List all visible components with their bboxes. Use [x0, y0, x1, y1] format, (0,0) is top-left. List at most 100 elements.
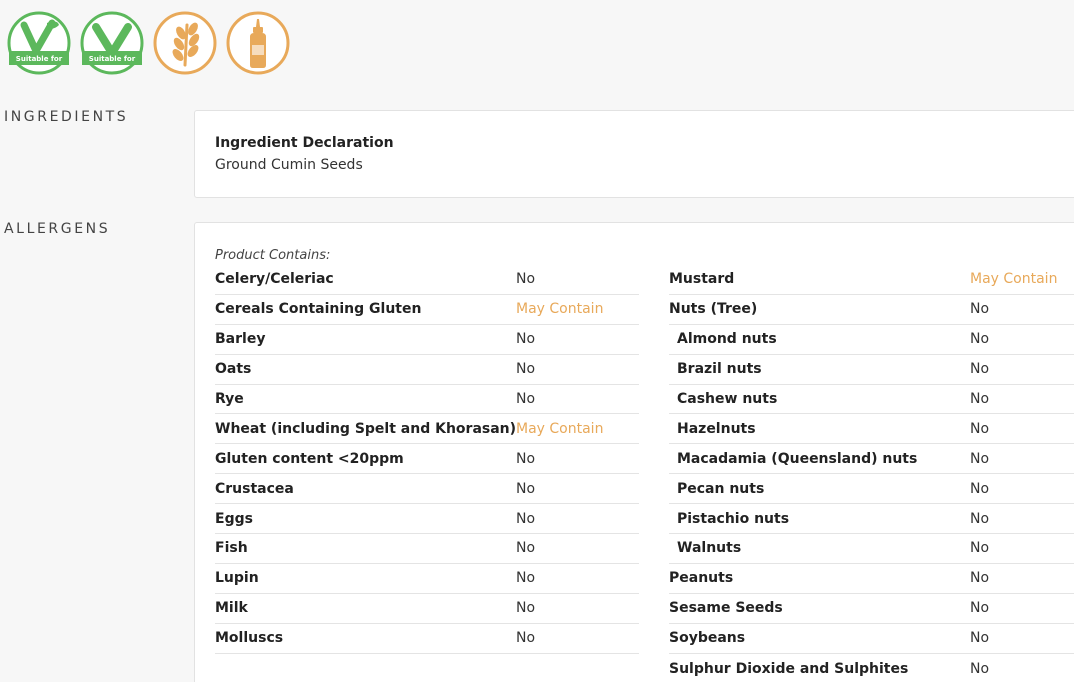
- allergen-status: No: [516, 540, 536, 557]
- allergen-row: Molluscs No: [215, 624, 639, 654]
- allergen-row: Sesame Seeds No: [669, 594, 1074, 624]
- allergen-row: Cereals Containing Gluten May Contain: [215, 295, 639, 325]
- badge-caption: Suitable for: [89, 55, 136, 63]
- allergen-row: Crustacea No: [215, 474, 639, 505]
- allergen-list-right: Mustard May Contain Nuts (Tree) No Almond nu…: [669, 265, 1074, 682]
- allergen-status: No: [516, 510, 536, 527]
- allergen-row: Brazil nuts No: [669, 355, 1074, 385]
- ingredients-card: Ingredient Declaration Ground Cumin Seed…: [194, 110, 1074, 198]
- allergen-name: Crustacea: [215, 480, 294, 497]
- allergen-status: No: [970, 600, 990, 617]
- allergen-name: Cereals Containing Gluten: [215, 301, 422, 318]
- ingredient-declaration-title: Ingredient Declaration: [215, 135, 394, 151]
- allergen-name: Wheat (including Spelt and Khorasan): [215, 420, 517, 437]
- allergen-name: Molluscs: [215, 630, 284, 647]
- allergen-name: Rye: [215, 391, 244, 407]
- allergen-status: No: [970, 301, 990, 318]
- allergen-status: No: [970, 450, 990, 467]
- allergen-status: No: [970, 480, 990, 497]
- allergen-row: Barley No: [215, 325, 639, 355]
- allergens-card: Product Contains: Celery/Celeriac No Cerea…: [194, 222, 1074, 682]
- allergen-status: No: [516, 630, 536, 647]
- allergen-row: Hazelnuts No: [669, 414, 1074, 445]
- allergen-name: Milk: [215, 600, 248, 617]
- allergen-name: Barley: [215, 331, 266, 348]
- allergen-status: No: [516, 570, 536, 587]
- badge-caption: Suitable for: [16, 55, 63, 63]
- product-contains-label: Product Contains:: [215, 248, 331, 263]
- allergen-row: Wheat (including Spelt and Khorasan) May …: [215, 414, 639, 445]
- wheat-icon: [153, 11, 217, 75]
- allergen-row: Peanuts No: [669, 564, 1074, 594]
- gluten-badge: [153, 11, 217, 75]
- ingredient-declaration-text: Ground Cumin Seeds: [215, 157, 363, 173]
- allergen-status: May Contain: [516, 420, 604, 437]
- allergen-row: Cashew nuts No: [669, 385, 1074, 415]
- allergen-row: Eggs No: [215, 504, 639, 535]
- allergen-name: Sesame Seeds: [669, 600, 783, 617]
- mustard-bottle-icon: [226, 11, 290, 75]
- allergen-row: Nuts (Tree) No: [669, 295, 1074, 325]
- allergen-status: May Contain: [516, 301, 604, 318]
- allergen-name: Pistachio nuts: [677, 510, 790, 527]
- allergen-name: Gluten content <20ppm: [215, 450, 404, 467]
- allergen-row: Walnuts No: [669, 534, 1074, 564]
- allergen-name: Lupin: [215, 570, 259, 587]
- vegetarian-icon: Suitable for: [80, 11, 144, 75]
- allergen-status: No: [970, 361, 990, 378]
- allergen-row: Milk No: [215, 594, 639, 624]
- dietary-badges: Suitable for Suitable for: [7, 11, 290, 75]
- allergen-status: No: [516, 391, 536, 407]
- allergen-name: Peanuts: [669, 570, 734, 587]
- allergen-name: Fish: [215, 540, 248, 557]
- allergen-status: No: [970, 510, 990, 527]
- allergen-status: No: [970, 391, 990, 407]
- allergen-name: Oats: [215, 361, 252, 378]
- allergen-status: No: [970, 331, 990, 348]
- allergen-row: Fish No: [215, 534, 639, 564]
- vegan-badge: Suitable for: [7, 11, 71, 75]
- allergen-name: Sulphur Dioxide and Sulphites: [669, 660, 909, 677]
- allergen-name: Almond nuts: [677, 331, 777, 348]
- allergen-name: Mustard: [669, 271, 735, 288]
- allergen-name: Soybeans: [669, 630, 746, 647]
- allergen-name: Walnuts: [677, 540, 742, 557]
- vegan-icon: Suitable for: [7, 11, 71, 75]
- allergen-status: No: [516, 450, 536, 467]
- allergen-name: Pecan nuts: [677, 480, 765, 497]
- allergen-status: No: [516, 331, 536, 348]
- allergen-list-left: Celery/Celeriac No Cereals Containing Glut…: [215, 265, 639, 654]
- allergen-status: No: [970, 540, 990, 557]
- allergen-row: Pistachio nuts No: [669, 504, 1074, 535]
- allergen-row: Celery/Celeriac No: [215, 265, 639, 295]
- allergen-row: Lupin No: [215, 564, 639, 594]
- allergen-status: No: [970, 660, 990, 677]
- allergen-row: Rye No: [215, 385, 639, 415]
- allergen-name: Nuts (Tree): [669, 301, 758, 318]
- allergen-row: Soybeans No: [669, 624, 1074, 654]
- mustard-badge: [226, 11, 290, 75]
- allergens-heading: ALLERGENS: [4, 221, 111, 237]
- allergen-name: Brazil nuts: [677, 361, 762, 378]
- allergen-row: Gluten content <20ppm No: [215, 444, 639, 475]
- allergen-name: Macadamia (Queensland) nuts: [677, 450, 918, 467]
- allergen-row: Pecan nuts No: [669, 474, 1074, 505]
- allergen-row: Mustard May Contain: [669, 265, 1074, 295]
- allergen-status: No: [970, 570, 990, 587]
- allergen-status: No: [970, 420, 990, 437]
- allergen-status: No: [516, 600, 536, 617]
- vegetarian-badge: Suitable for: [80, 11, 144, 75]
- allergen-status: No: [970, 630, 990, 647]
- allergen-status: No: [516, 361, 536, 378]
- allergen-status: No: [516, 271, 536, 288]
- allergen-row: Almond nuts No: [669, 325, 1074, 355]
- allergen-status: May Contain: [970, 271, 1058, 288]
- allergen-row: Oats No: [215, 355, 639, 385]
- allergen-status: No: [516, 480, 536, 497]
- ingredients-heading: INGREDIENTS: [4, 109, 129, 125]
- allergen-row: Sulphur Dioxide and Sulphites No: [669, 654, 1074, 682]
- allergen-name: Hazelnuts: [677, 420, 756, 437]
- allergen-row: Macadamia (Queensland) nuts No: [669, 444, 1074, 475]
- allergen-name: Cashew nuts: [677, 391, 778, 407]
- allergen-name: Eggs: [215, 510, 253, 527]
